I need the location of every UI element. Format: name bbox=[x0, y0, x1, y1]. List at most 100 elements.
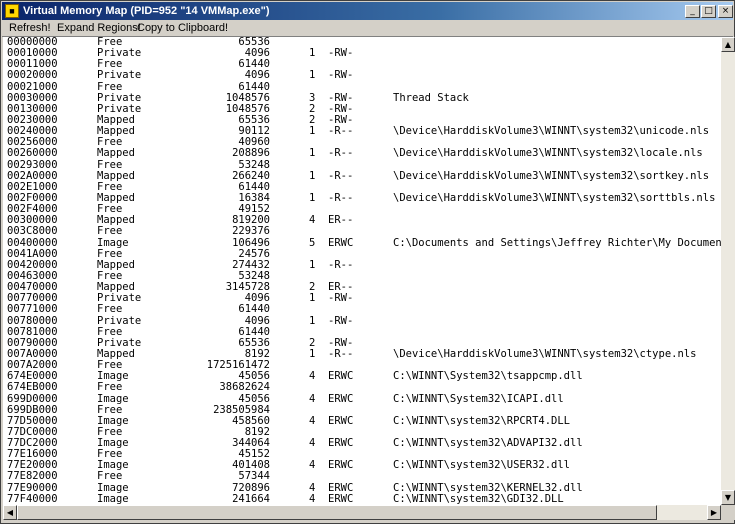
size-cell: 45056 bbox=[238, 392, 270, 405]
address-cell: 00780000 bbox=[7, 314, 58, 327]
type-cell: Free bbox=[97, 303, 123, 316]
menu-copy-to-clipboard[interactable]: Copy to Clipboard! bbox=[137, 21, 228, 35]
protection-cell: -RW- bbox=[328, 292, 354, 305]
type-cell: Image bbox=[97, 236, 129, 249]
table-row[interactable]: 77E82000 Free 57344 bbox=[3, 471, 721, 482]
type-cell: Free bbox=[97, 225, 123, 238]
protection-cell: -RW- bbox=[328, 69, 354, 82]
blocks-cell: 4 bbox=[309, 459, 316, 472]
blocks-cell: 1 bbox=[309, 191, 316, 204]
vertical-scrollbar[interactable]: ▲ ▼ bbox=[721, 37, 735, 505]
table-row[interactable]: 00771000 Free 61440 bbox=[3, 304, 721, 315]
blocks-cell: 1 bbox=[309, 292, 316, 305]
vmmap-window: ■ Virtual Memory Map (PID=952 "14 VMMap.… bbox=[0, 0, 735, 524]
address-cell: 699D0000 bbox=[7, 392, 58, 405]
type-cell: Free bbox=[97, 381, 123, 394]
table-row[interactable]: 00260000 Mapped 208896 1 -R-- \Device\Harddis… bbox=[3, 148, 721, 159]
protection-cell: -RW- bbox=[328, 47, 354, 60]
protection-cell: ERWC bbox=[328, 492, 354, 505]
size-cell: 57344 bbox=[238, 470, 270, 483]
type-cell: Mapped bbox=[97, 147, 135, 160]
description-cell: C:\WINNT\system32\GDI32.DLL bbox=[393, 492, 564, 505]
blocks-cell: 1 bbox=[309, 258, 316, 271]
protection-cell: -R-- bbox=[328, 147, 354, 160]
address-cell: 00020000 bbox=[7, 69, 58, 82]
horizontal-scrollbar[interactable]: ◀ ▶ bbox=[3, 505, 721, 520]
description-cell: \Device\HarddiskVolume3\WINNT\system32\u… bbox=[393, 125, 710, 138]
size-cell: 61440 bbox=[238, 303, 270, 316]
protection-cell: ERWC bbox=[328, 437, 354, 450]
table-row[interactable]: 00780000 Private 4096 1 -RW- bbox=[3, 314, 721, 327]
table-row[interactable]: 77F40000 Image 241664 4 ERWC C:\WINNT\system3… bbox=[3, 492, 721, 505]
maximize-button[interactable]: □ bbox=[701, 5, 716, 18]
size-grip[interactable] bbox=[721, 505, 735, 520]
table-row[interactable]: 699D0000 Image 45056 4 ERWC C:\WINNT\System32… bbox=[3, 392, 721, 405]
menu-expand-regions[interactable]: Expand Regions! bbox=[57, 21, 141, 35]
blocks-cell: 5 bbox=[309, 236, 316, 249]
blocks-cell: 4 bbox=[309, 414, 316, 427]
size-cell: 241664 bbox=[232, 492, 270, 505]
protection-cell: -RW- bbox=[328, 314, 354, 327]
table-row[interactable]: 674EB000 Free 38682624 bbox=[3, 382, 721, 393]
protection-cell: ER-- bbox=[328, 214, 354, 227]
protection-cell: -R-- bbox=[328, 347, 354, 360]
address-cell: 77E82000 bbox=[7, 470, 58, 483]
address-cell: 00400000 bbox=[7, 236, 58, 249]
protection-cell: ERWC bbox=[328, 459, 354, 472]
description-cell: Thread Stack bbox=[393, 91, 469, 104]
protection-cell: ERWC bbox=[328, 414, 354, 427]
protection-cell: -R-- bbox=[328, 169, 354, 182]
blocks-cell: 1 bbox=[309, 69, 316, 82]
table-row[interactable]: 00400000 Image 106496 5 ERWC C:\Documents and… bbox=[3, 236, 721, 249]
blocks-cell: 1 bbox=[309, 147, 316, 160]
minimize-button[interactable]: _ bbox=[685, 5, 700, 18]
description-cell: \Device\HarddiskVolume3\WINNT\system32\c… bbox=[393, 347, 697, 360]
title-bar[interactable]: ■ Virtual Memory Map (PID=952 "14 VMMap.… bbox=[2, 2, 733, 20]
scroll-down-button[interactable]: ▼ bbox=[721, 490, 735, 505]
size-cell: 4096 bbox=[244, 314, 270, 327]
memory-region-list[interactable]: 00000000 Free 65536 00010000 Private 4096 1 -RW… bbox=[3, 37, 721, 505]
protection-cell: -R-- bbox=[328, 191, 354, 204]
address-cell: 674EB000 bbox=[7, 381, 58, 394]
protection-cell: -R-- bbox=[328, 125, 354, 138]
description-cell: C:\WINNT\system32\RPCRT4.DLL bbox=[393, 414, 571, 427]
address-cell: 00260000 bbox=[7, 147, 58, 160]
blocks-cell: 4 bbox=[309, 214, 316, 227]
description-cell: C:\WINNT\system32\USER32.dll bbox=[393, 459, 571, 472]
size-cell: 4096 bbox=[244, 69, 270, 82]
size-cell: 106496 bbox=[232, 236, 270, 249]
blocks-cell: 1 bbox=[309, 47, 316, 60]
close-button[interactable]: × bbox=[718, 5, 733, 18]
description-cell: C:\Documents and Settings\Jeffrey Richte… bbox=[393, 236, 721, 249]
type-cell: Private bbox=[97, 314, 142, 327]
scroll-up-button[interactable]: ▲ bbox=[721, 37, 735, 52]
description-cell: C:\WINNT\system32\ADVAPI32.dll bbox=[393, 437, 583, 450]
blocks-cell: 1 bbox=[309, 169, 316, 182]
description-cell: \Device\HarddiskVolume3\WINNT\system32\s… bbox=[393, 169, 710, 182]
scroll-right-button[interactable]: ▶ bbox=[707, 505, 721, 520]
window-title: Virtual Memory Map (PID=952 "14 VMMap.ex… bbox=[23, 5, 270, 17]
size-cell: 229376 bbox=[232, 225, 270, 238]
menu-bar: Refresh! Expand Regions! Copy to Clipboa… bbox=[2, 20, 733, 37]
size-cell: 208896 bbox=[232, 147, 270, 160]
table-row[interactable]: 00020000 Private 4096 1 -RW- bbox=[3, 70, 721, 81]
address-cell: 77F40000 bbox=[7, 492, 58, 505]
menu-refresh[interactable]: Refresh! bbox=[9, 21, 51, 35]
protection-cell: -R-- bbox=[328, 258, 354, 271]
address-cell: 00771000 bbox=[7, 303, 58, 316]
protection-cell: ERWC bbox=[328, 392, 354, 405]
description-cell: C:\WINNT\System32\ICAPI.dll bbox=[393, 392, 564, 405]
blocks-cell: 4 bbox=[309, 370, 316, 383]
type-cell: Private bbox=[97, 69, 142, 82]
address-cell: 003C8000 bbox=[7, 225, 58, 238]
type-cell: Free bbox=[97, 470, 123, 483]
app-icon[interactable]: ■ bbox=[5, 4, 19, 18]
size-cell: 38682624 bbox=[219, 381, 270, 394]
type-cell: Image bbox=[97, 392, 129, 405]
description-cell: C:\WINNT\System32\tsappcmp.dll bbox=[393, 370, 583, 383]
table-row[interactable]: 003C8000 Free 229376 bbox=[3, 226, 721, 237]
blocks-cell: 4 bbox=[309, 437, 316, 450]
scroll-left-button[interactable]: ◀ bbox=[3, 505, 17, 520]
horizontal-scroll-thumb[interactable] bbox=[17, 505, 657, 520]
blocks-cell: 1 bbox=[309, 347, 316, 360]
